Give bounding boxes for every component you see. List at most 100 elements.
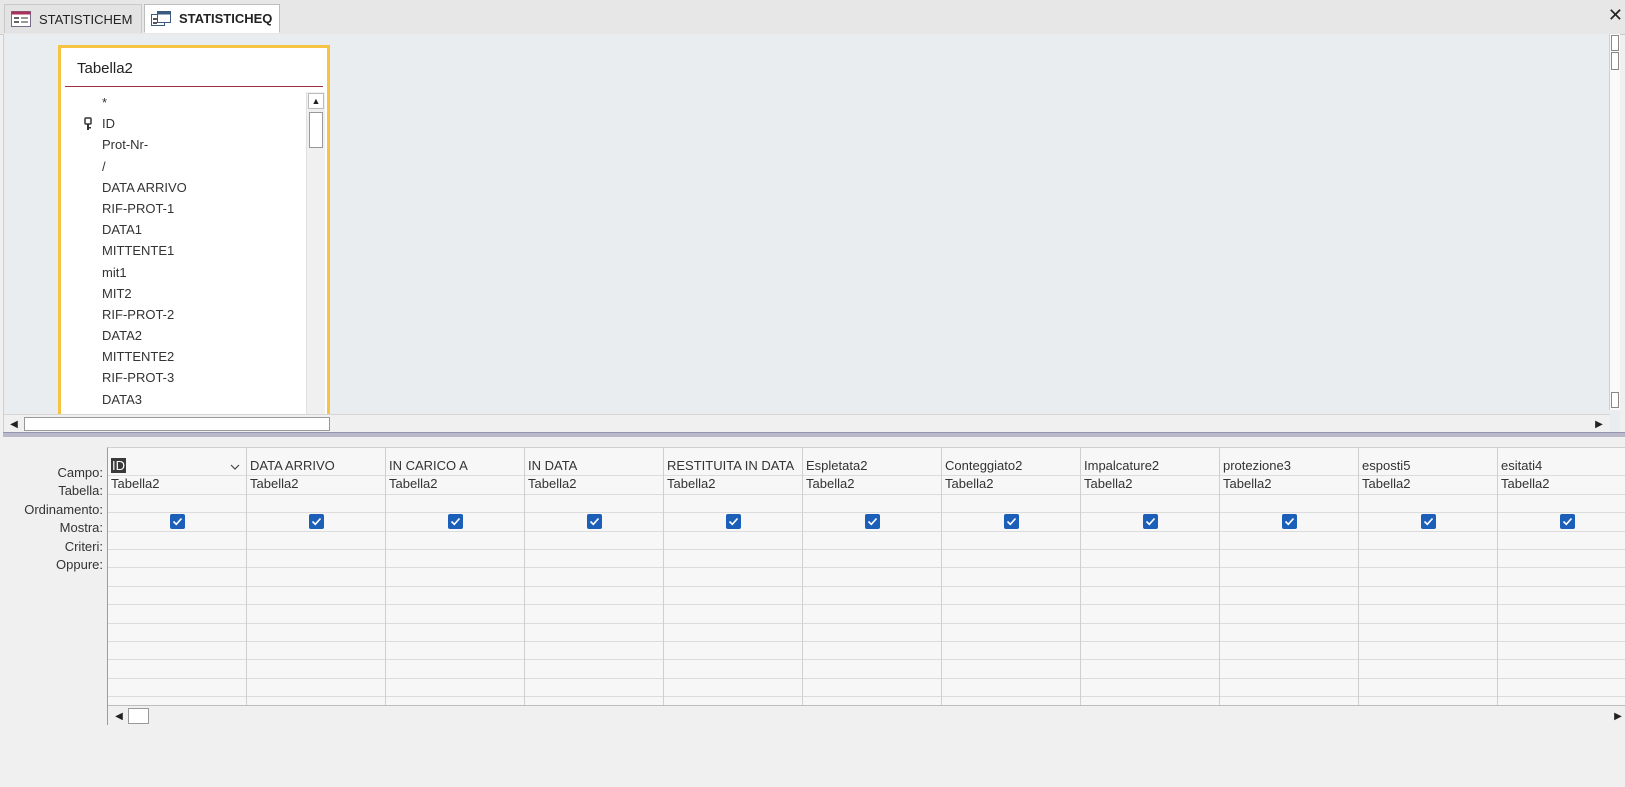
grid-column[interactable]: DATA ARRIVO Tabella2 bbox=[247, 448, 386, 706]
mostra-checkbox[interactable] bbox=[1282, 514, 1297, 529]
grid-column[interactable]: IN DATA Tabella2 bbox=[525, 448, 664, 706]
tab-statisticheq[interactable]: STATISTICHEQ bbox=[144, 4, 280, 33]
field-name: RIF-PROT-3 bbox=[102, 370, 175, 386]
field-list-item[interactable]: DATA2 bbox=[61, 325, 306, 346]
tabella-cell[interactable]: Tabella2 bbox=[806, 476, 854, 491]
tabella-cell[interactable]: Tabella2 bbox=[945, 476, 993, 491]
campo-cell[interactable]: esposti5 bbox=[1362, 458, 1410, 473]
scroll-right-arrow-icon[interactable]: ▶ bbox=[1592, 417, 1606, 431]
tabella-cell[interactable]: Tabella2 bbox=[1084, 476, 1132, 491]
grid-column[interactable]: esposti5 Tabella2 bbox=[1359, 448, 1498, 706]
scroll-marker[interactable] bbox=[1611, 392, 1619, 408]
field-name: mit1 bbox=[102, 264, 127, 280]
chevron-down-icon[interactable] bbox=[226, 459, 244, 475]
campo-cell[interactable]: protezione3 bbox=[1223, 458, 1291, 473]
field-list-item[interactable]: DATA3 bbox=[61, 389, 306, 410]
field-list: * ID Prot-Nr- / DATA ARRIVO RIF-PROT-1 DATA1 MI… bbox=[61, 92, 306, 422]
row-label-criteri: Criteri: bbox=[64, 538, 103, 554]
campo-cell[interactable]: Espletata2 bbox=[806, 458, 867, 473]
campo-cell[interactable]: IN DATA bbox=[528, 458, 577, 473]
grid-column[interactable]: IN CARICO A Tabella2 bbox=[386, 448, 525, 706]
scroll-thumb[interactable] bbox=[309, 112, 323, 148]
tab-label: STATISTICHEM bbox=[39, 11, 133, 27]
grid-column[interactable]: Conteggiato2 Tabella2 bbox=[942, 448, 1081, 706]
grid-column[interactable]: esitati4 Tabella2 bbox=[1498, 448, 1625, 706]
close-icon[interactable]: ✕ bbox=[1608, 5, 1623, 26]
mostra-checkbox[interactable] bbox=[865, 514, 880, 529]
tab-statistichem[interactable]: STATISTICHEM bbox=[4, 4, 142, 33]
field-list-item[interactable]: RIF-PROT-2 bbox=[61, 304, 306, 325]
field-name: * bbox=[102, 95, 108, 110]
mostra-checkbox[interactable] bbox=[587, 514, 602, 529]
primary-key-icon bbox=[84, 116, 92, 131]
field-name: ID bbox=[102, 116, 115, 132]
field-list-item[interactable]: ID bbox=[61, 113, 306, 134]
mostra-checkbox[interactable] bbox=[170, 514, 185, 529]
field-list-item[interactable]: mit1 bbox=[61, 262, 306, 283]
scroll-thumb[interactable] bbox=[24, 417, 330, 431]
tabella-cell[interactable]: Tabella2 bbox=[1362, 476, 1410, 491]
mostra-checkbox[interactable] bbox=[1143, 514, 1158, 529]
grid-column[interactable]: Impalcature2 Tabella2 bbox=[1081, 448, 1220, 706]
grid-horizontal-scrollbar[interactable]: ◀ ▶ bbox=[108, 705, 1625, 725]
query-design-surface[interactable]: Tabella2 * ID Prot-Nr- / DATA ARRIVO RIF-PROT… bbox=[3, 34, 1620, 433]
design-grid-pane: Campo: Tabella: Ordinamento: Mostra: Cri… bbox=[3, 437, 1625, 787]
mostra-checkbox[interactable] bbox=[1560, 514, 1575, 529]
field-name: MITTENTE2 bbox=[102, 349, 175, 365]
field-list-item[interactable]: RIF-PROT-3 bbox=[61, 367, 306, 388]
field-name: DATA1 bbox=[102, 222, 142, 238]
tabella-cell[interactable]: Tabella2 bbox=[528, 476, 576, 491]
campo-cell[interactable]: ID bbox=[111, 458, 126, 473]
campo-cell[interactable]: IN CARICO A bbox=[389, 458, 468, 473]
field-list-item[interactable]: Prot-Nr- bbox=[61, 134, 306, 155]
tabella-cell[interactable]: Tabella2 bbox=[389, 476, 437, 491]
field-list-item[interactable]: MITTENTE1 bbox=[61, 240, 306, 261]
campo-cell[interactable]: Conteggiato2 bbox=[945, 458, 1022, 473]
field-list-scrollbar[interactable]: ▲ bbox=[306, 92, 325, 422]
tabella-cell[interactable]: Tabella2 bbox=[1501, 476, 1549, 491]
scroll-left-arrow-icon[interactable]: ◀ bbox=[112, 709, 126, 723]
field-list-item[interactable]: MITTENTE2 bbox=[61, 346, 306, 367]
campo-cell[interactable]: esitati4 bbox=[1501, 458, 1542, 473]
grid-column[interactable]: Espletata2 Tabella2 bbox=[803, 448, 942, 706]
surface-horizontal-scrollbar[interactable]: ◀ ▶ bbox=[4, 414, 1610, 433]
query-icon bbox=[151, 10, 171, 27]
field-name: RIF-PROT-1 bbox=[102, 200, 175, 216]
field-list-item[interactable]: / bbox=[61, 156, 306, 177]
field-name: MITTENTE1 bbox=[102, 243, 175, 259]
campo-cell[interactable]: DATA ARRIVO bbox=[250, 458, 335, 473]
surface-vertical-scrollbar[interactable] bbox=[1609, 34, 1620, 410]
table-field-list-window[interactable]: Tabella2 * ID Prot-Nr- / DATA ARRIVO RIF-PROT… bbox=[58, 45, 330, 425]
mostra-checkbox[interactable] bbox=[1004, 514, 1019, 529]
scroll-right-arrow-icon[interactable]: ▶ bbox=[1612, 709, 1624, 723]
field-list-item[interactable]: * bbox=[61, 92, 306, 113]
mostra-checkbox[interactable] bbox=[309, 514, 324, 529]
scroll-thumb[interactable] bbox=[128, 708, 149, 724]
mostra-checkbox[interactable] bbox=[726, 514, 741, 529]
tabella-cell[interactable]: Tabella2 bbox=[1223, 476, 1271, 491]
title-divider bbox=[65, 86, 323, 87]
field-list-item[interactable]: MIT2 bbox=[61, 283, 306, 304]
tab-label: STATISTICHEQ bbox=[179, 11, 273, 26]
scroll-left-arrow-icon[interactable]: ◀ bbox=[7, 417, 21, 431]
field-list-item[interactable]: DATA1 bbox=[61, 219, 306, 240]
scroll-marker[interactable] bbox=[1611, 35, 1619, 51]
table-title[interactable]: Tabella2 bbox=[77, 60, 133, 77]
campo-cell[interactable]: RESTITUITA IN DATA bbox=[667, 458, 794, 473]
scroll-marker[interactable] bbox=[1611, 52, 1619, 70]
mostra-checkbox[interactable] bbox=[1421, 514, 1436, 529]
mostra-checkbox[interactable] bbox=[448, 514, 463, 529]
tabella-cell[interactable]: Tabella2 bbox=[250, 476, 298, 491]
tabella-cell[interactable]: Tabella2 bbox=[111, 476, 159, 491]
grid-column[interactable]: protezione3 Tabella2 bbox=[1220, 448, 1359, 706]
grid-column[interactable]: ID Tabella2 bbox=[108, 448, 247, 706]
query-design-grid[interactable]: ID Tabella2 DATA ARRIVO Tabella2 IN CARICO A… bbox=[107, 447, 1625, 725]
field-list-item[interactable]: RIF-PROT-1 bbox=[61, 198, 306, 219]
grid-column[interactable]: RESTITUITA IN DATA Tabella2 bbox=[664, 448, 803, 706]
scroll-up-arrow-icon[interactable]: ▲ bbox=[308, 93, 324, 109]
field-list-item[interactable]: DATA ARRIVO bbox=[61, 177, 306, 198]
tabella-cell[interactable]: Tabella2 bbox=[667, 476, 715, 491]
row-label-ordinamento: Ordinamento: bbox=[24, 501, 103, 517]
campo-cell[interactable]: Impalcature2 bbox=[1084, 458, 1159, 473]
field-name: DATA ARRIVO bbox=[102, 179, 187, 195]
